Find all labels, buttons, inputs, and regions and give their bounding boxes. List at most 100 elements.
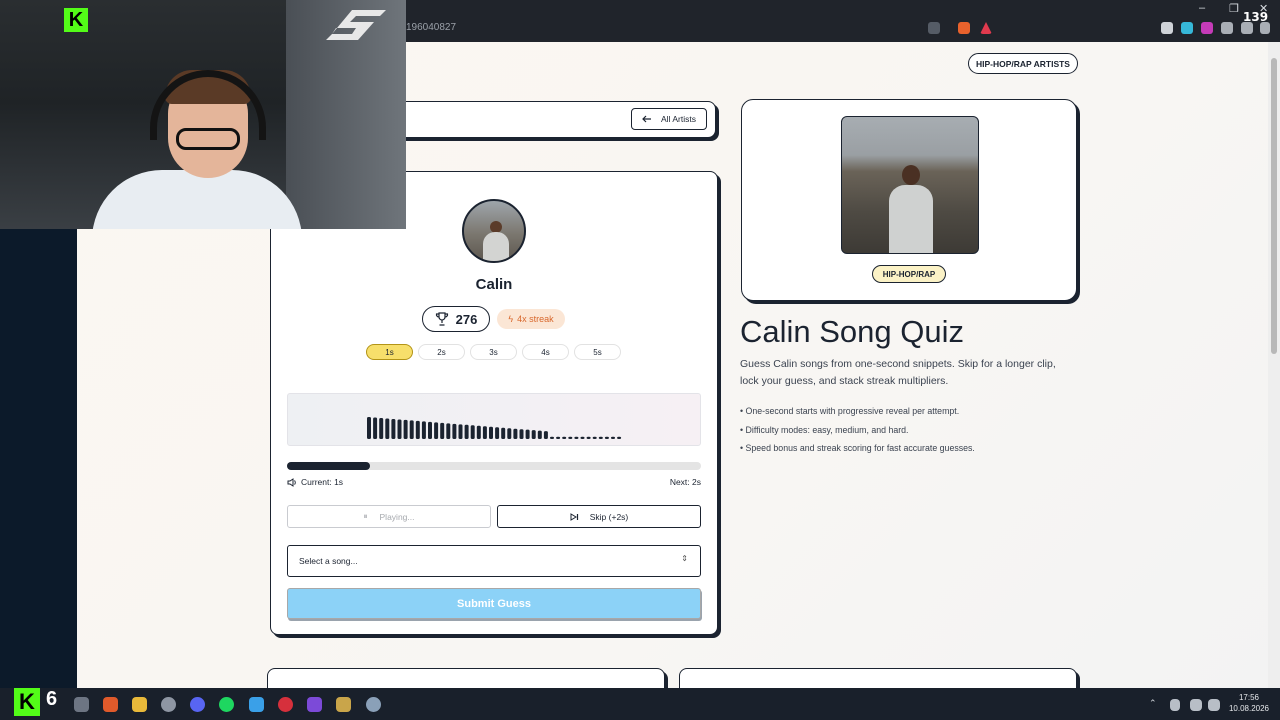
category-badge[interactable]: HIP-HOP/RAP ARTISTS [968, 53, 1078, 74]
app-icon[interactable] [307, 697, 322, 712]
files-icon[interactable] [74, 697, 89, 712]
next-length-label: Next: 2s [669, 477, 701, 487]
waveform-bar [550, 436, 554, 439]
speaker-icon [287, 477, 296, 487]
snippet-2s[interactable]: 2s [418, 344, 465, 360]
scrollbar-thumb[interactable] [1271, 58, 1277, 354]
snippet-label: 4s [541, 347, 550, 357]
brave-browser-icon[interactable] [103, 697, 118, 712]
snippet-progress-track [287, 462, 701, 470]
waveform-bar [562, 436, 567, 439]
restore-button[interactable]: ❐ [1229, 2, 1239, 15]
waveform-bars [367, 417, 622, 439]
waveform-bar [507, 428, 512, 439]
kick-stream-letter: K [19, 689, 35, 714]
waveform-bar [434, 422, 439, 439]
artist-photo [841, 116, 979, 254]
volume-icon[interactable] [1208, 699, 1220, 711]
waveform-bar [470, 425, 475, 439]
waveform-bar [531, 430, 536, 439]
webcam-overlay: K [0, 0, 406, 229]
app-icon[interactable] [249, 697, 264, 712]
waveform-bar [367, 417, 371, 439]
extension-icon[interactable] [1181, 22, 1193, 34]
kick-stream-icon[interactable]: K [14, 688, 40, 716]
snippet-4s[interactable]: 4s [522, 344, 569, 360]
pause-icon: ⏸ [363, 511, 368, 521]
extension-icon[interactable] [1201, 22, 1213, 34]
kick-logo-letter: K [68, 8, 84, 31]
folder-icon[interactable] [132, 697, 147, 712]
tray-chevron-icon[interactable]: ⌃ [1149, 698, 1157, 709]
snippet-label: 1s [385, 347, 394, 357]
waveform-bar [604, 436, 609, 439]
camera-extension-icon[interactable] [1161, 22, 1173, 34]
trophy-icon [435, 312, 448, 326]
waveform-bar [428, 421, 432, 439]
song-select[interactable]: Select a song... ⇕ [287, 545, 701, 577]
skip-label: Skip (+2s) [589, 511, 629, 522]
submit-guess-button[interactable]: Submit Guess [287, 588, 701, 619]
waveform-bar [586, 436, 591, 439]
feature-list-item: • Speed bonus and streak scoring for fas… [740, 443, 975, 454]
waveform-visualizer [287, 393, 701, 446]
waveform-bar [415, 420, 420, 439]
waveform-bar [556, 436, 561, 439]
page-title: Calin Song Quiz [740, 314, 965, 349]
app-icon[interactable] [161, 697, 176, 712]
all-artists-button[interactable]: All Artists [631, 108, 707, 130]
microphone-icon[interactable] [1170, 699, 1180, 711]
skip-button[interactable]: Skip (+2s) [497, 505, 701, 528]
waveform-bar [489, 426, 493, 439]
chevron-updown-icon: ⇕ [681, 554, 688, 563]
waveform-bar [482, 426, 487, 439]
playing-label: Playing... [379, 511, 415, 522]
snippet-1s[interactable]: 1s [366, 344, 413, 360]
snippet-label: 2s [437, 347, 446, 357]
system-clock[interactable]: 17:56 10.08.2026 [1226, 692, 1272, 714]
translate-icon[interactable] [928, 22, 940, 34]
league-icon[interactable] [336, 697, 351, 712]
quiz-card: Calin 276 ϟ 4x streak 1s 2s 3s 4s 5s Cur… [270, 171, 718, 635]
discord-icon[interactable] [190, 697, 205, 712]
artist-image-card: HIP-HOP/RAP [741, 99, 1077, 301]
genre-badge[interactable]: HIP-HOP/RAP [872, 265, 946, 283]
minimize-button[interactable]: – [1199, 2, 1205, 14]
waveform-bar [574, 436, 579, 439]
puzzle-icon[interactable] [1221, 22, 1233, 34]
app-icon[interactable] [278, 697, 293, 712]
feature-list-item: • Difficulty modes: easy, medium, and ha… [740, 424, 909, 435]
waveform-bar [421, 421, 426, 439]
brave-shield-icon[interactable] [958, 22, 970, 34]
address-bar[interactable]: 196040827 [406, 16, 946, 40]
artist-avatar [462, 199, 526, 263]
waveform-bar [409, 420, 414, 439]
waveform-bar [525, 429, 530, 439]
waveform-bar [458, 424, 463, 439]
network-icon[interactable] [1190, 699, 1202, 711]
clock-time: 17:56 [1238, 693, 1260, 702]
snippet-5s[interactable]: 5s [574, 344, 621, 360]
streak-label: 4x streak [517, 314, 554, 324]
streak-badge: ϟ 4x streak [497, 309, 565, 329]
snippet-3s[interactable]: 3s [470, 344, 517, 360]
waveform-bar [446, 423, 451, 439]
feature-list-item: • One-second starts with progressive rev… [740, 406, 960, 416]
lower-card [679, 668, 1077, 688]
waveform-bar [580, 436, 585, 439]
quiz-description: Guess Calin songs from one-second snippe… [740, 358, 1056, 387]
waveform-bar [617, 436, 622, 439]
current-length-label: Current: 1s [301, 477, 344, 487]
snippet-label: 3s [489, 347, 498, 357]
settings-icon[interactable] [366, 697, 381, 712]
song-select-placeholder: Select a song... [299, 556, 358, 566]
waveform-bar [513, 428, 518, 439]
waveform-bar [611, 436, 615, 439]
playing-button[interactable]: ⏸ Playing... [287, 505, 491, 528]
menu-icon[interactable] [1260, 22, 1270, 34]
waveform-bar [397, 419, 402, 439]
streamer-logo [326, 10, 386, 40]
playlist-icon[interactable] [1241, 22, 1253, 34]
spotify-icon[interactable] [219, 697, 234, 712]
submit-guess-label: Submit Guess [457, 597, 531, 610]
